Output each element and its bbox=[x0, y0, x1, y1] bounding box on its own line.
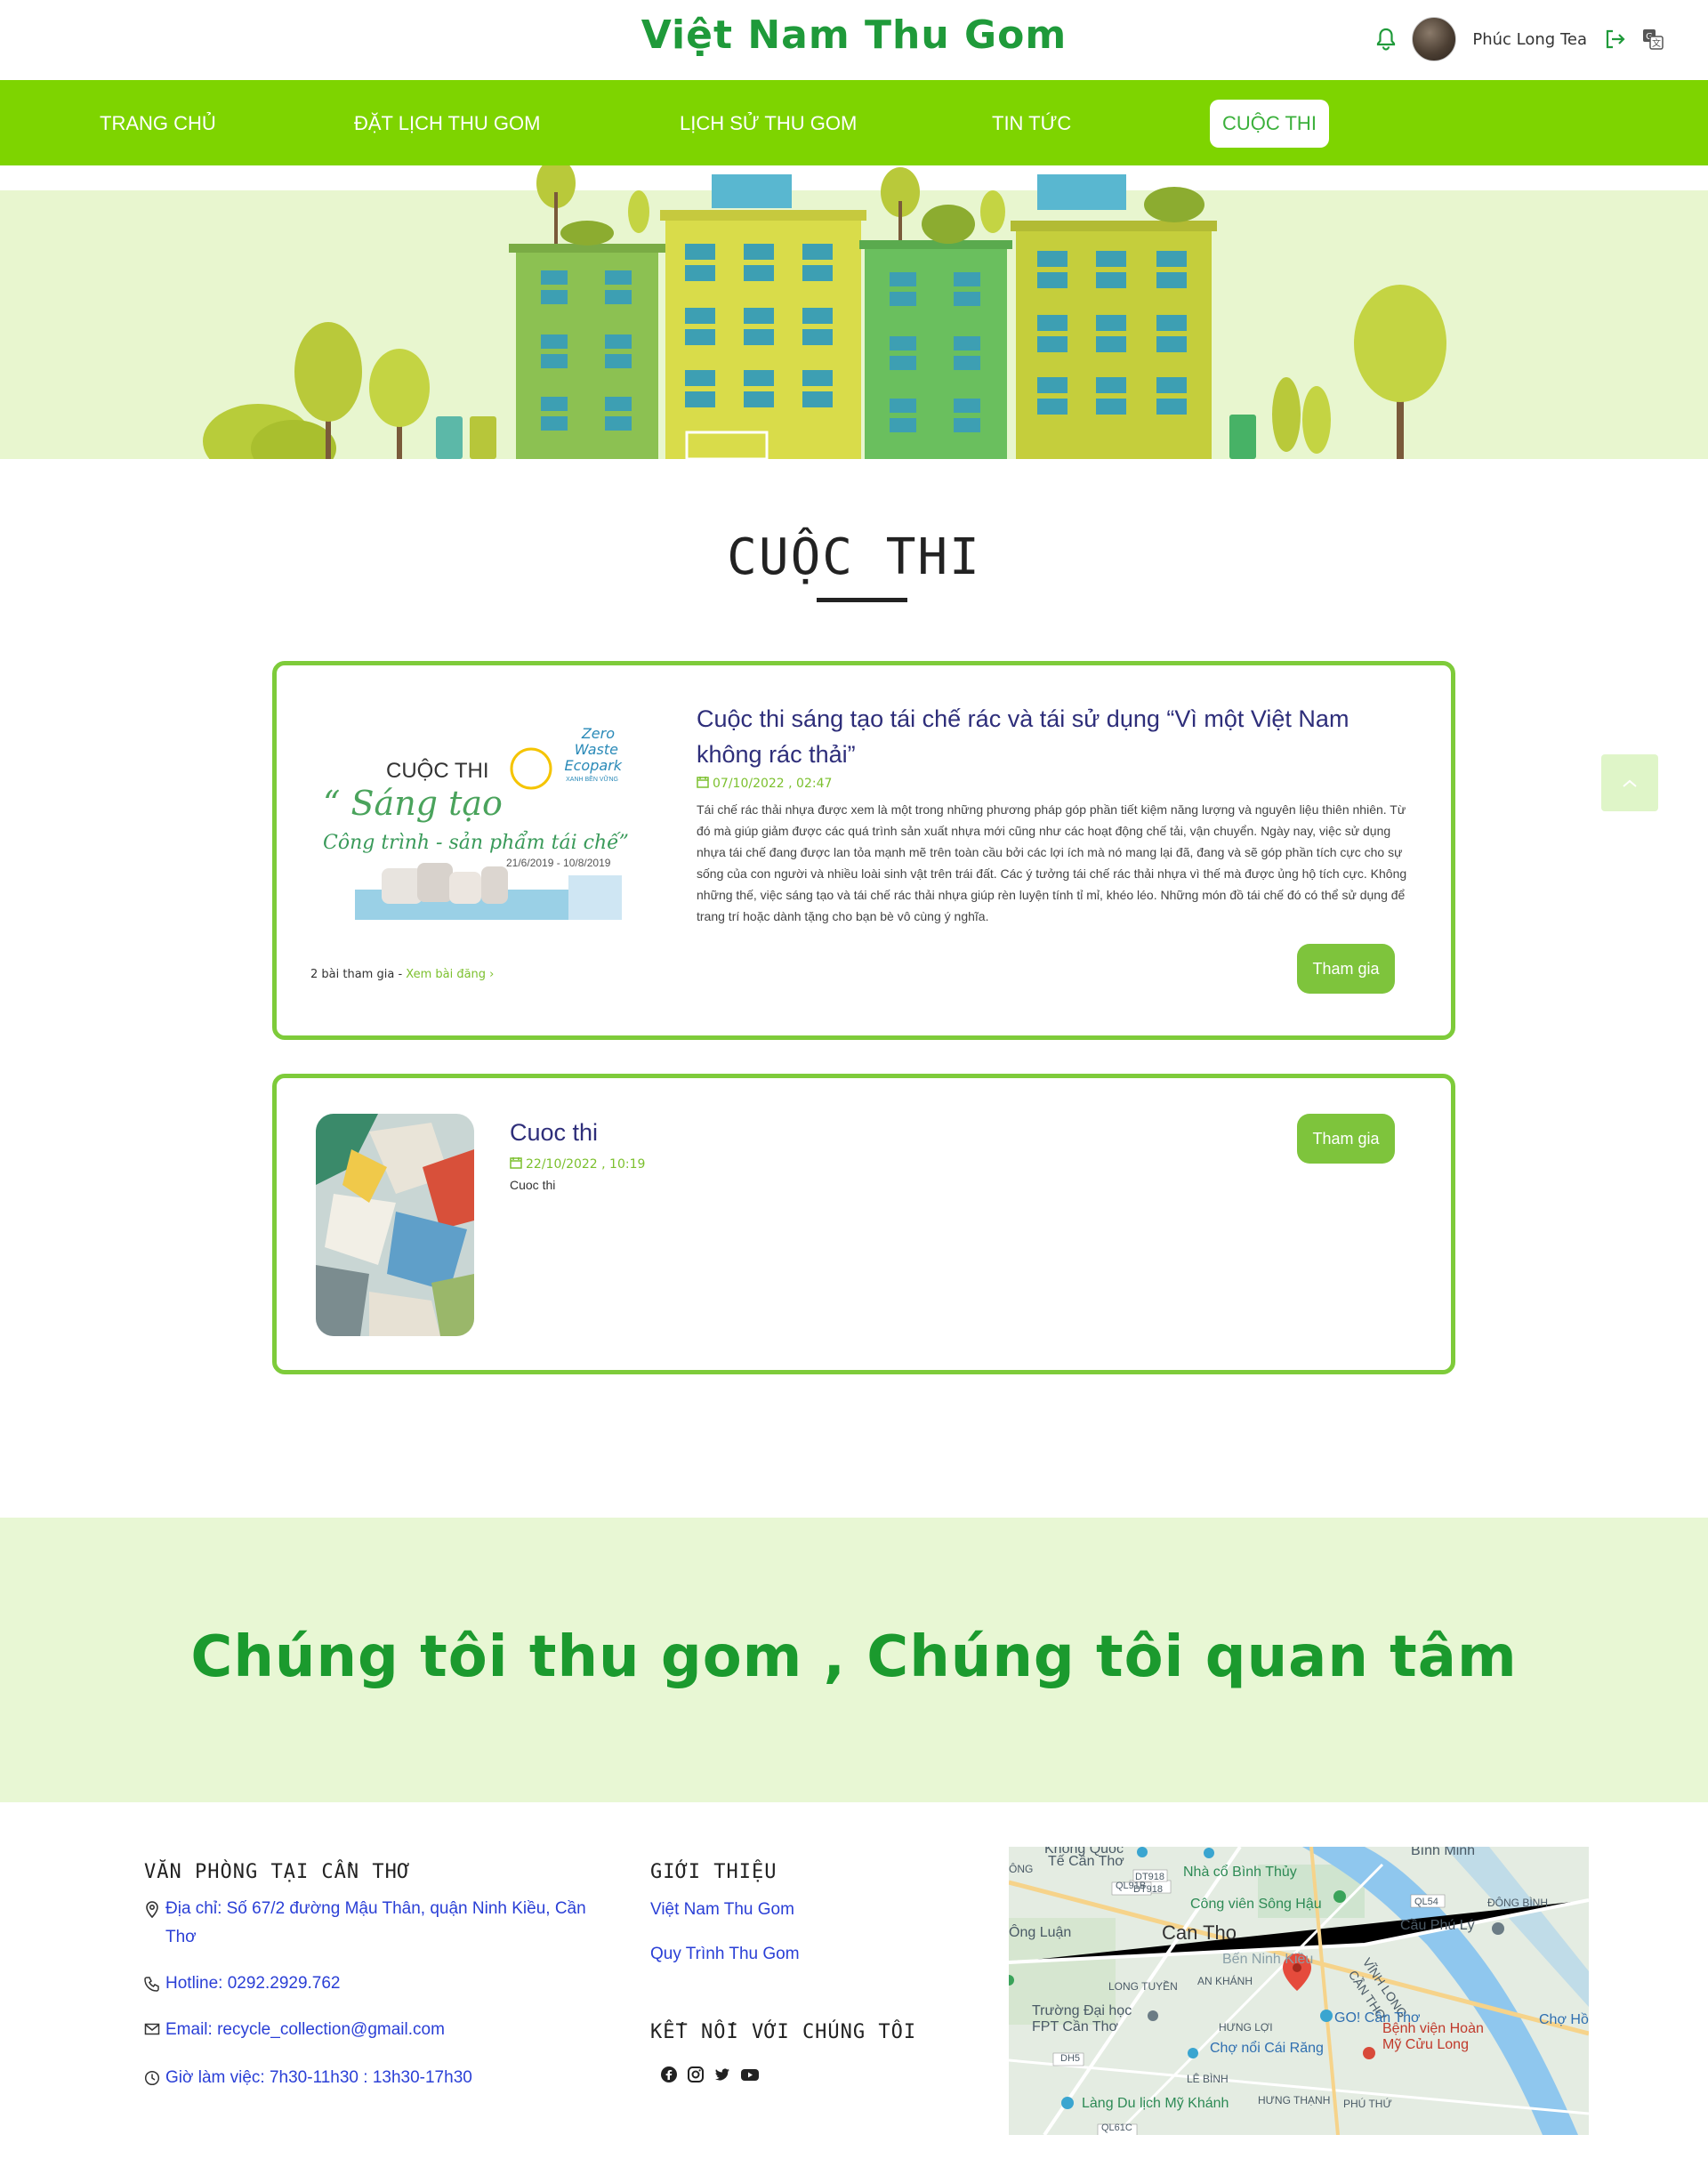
office-heading: VĂN PHÒNG TẠI CẦN THƠ bbox=[144, 1861, 411, 1883]
poster-logo-2: Waste bbox=[575, 741, 618, 758]
map-label: ĐÔNG BÌNH bbox=[1487, 1897, 1549, 1909]
map-label: Cầu Phú Lý bbox=[1400, 1918, 1475, 1933]
map-label: HƯNG THẠNH bbox=[1258, 2094, 1331, 2107]
email-line: Email: recycle_collection@gmail.com bbox=[144, 2016, 445, 2046]
contest-description: Tái chế rác thải nhựa được xem là một tr… bbox=[697, 802, 1407, 923]
nav-item-history[interactable]: LỊCH SỬ THU GOM bbox=[667, 100, 869, 148]
connect-heading: KẾT NỐI VỚI CHÚNG TÔI bbox=[650, 2021, 917, 2043]
map-label: Bình Minh bbox=[1411, 1847, 1476, 1858]
calendar-icon bbox=[510, 1156, 522, 1172]
twitter-icon[interactable] bbox=[713, 2066, 731, 2087]
map-label: Chợ Hồ bbox=[1539, 2012, 1589, 2027]
footer: VĂN PHÒNG TẠI CẦN THƠ Địa chỉ: Số 67/2 đ… bbox=[0, 1802, 1708, 2167]
map-label: Bệnh viện Hoàn Mỹ Cửu Long bbox=[1382, 2021, 1484, 2052]
hours-text: Giờ làm việc: 7h30-11h30 : 13h30-17h30 bbox=[165, 2068, 472, 2087]
calendar-icon bbox=[697, 776, 709, 792]
poster-dates: 21/6/2019 - 10/8/2019 bbox=[506, 857, 611, 869]
instagram-icon[interactable] bbox=[687, 2066, 705, 2087]
poster-logo-3: Ecopark bbox=[565, 757, 623, 774]
title-underline bbox=[817, 598, 907, 602]
top-header: Việt Nam Thu Gom Phúc Long Tea G文 bbox=[0, 0, 1708, 80]
hours-line: Giờ làm việc: 7h30-11h30 : 13h30-17h30 bbox=[144, 2064, 472, 2096]
map-label: QL61C bbox=[1101, 2123, 1132, 2133]
user-name[interactable]: Phúc Long Tea bbox=[1472, 30, 1587, 49]
city-illustration bbox=[0, 165, 1708, 459]
bell-icon[interactable] bbox=[1376, 28, 1396, 51]
join-button[interactable]: Tham gia bbox=[1297, 944, 1395, 994]
map-label: HƯNG LỢI bbox=[1219, 2021, 1273, 2034]
social-links bbox=[660, 2066, 760, 2087]
logout-icon[interactable] bbox=[1603, 28, 1626, 51]
email-text[interactable]: Email: recycle_collection@gmail.com bbox=[165, 2016, 445, 2044]
join-button[interactable]: Tham gia bbox=[1297, 1114, 1395, 1164]
user-area: Phúc Long Tea G文 bbox=[1376, 16, 1664, 62]
back-to-top-button[interactable] bbox=[1601, 754, 1658, 811]
map-label: Trường Đại học FPT Cần Thơ bbox=[1032, 2003, 1132, 2034]
intro-link-process[interactable]: Quy Trình Thu Gom bbox=[650, 1945, 800, 1964]
intro-heading: GIỚI THIỆU bbox=[650, 1861, 777, 1883]
poster-heading: CUỘC THI bbox=[386, 758, 489, 783]
contest-card: CUỘC THI “ Sáng tạo Công trình - sản phẩ… bbox=[272, 661, 1455, 1040]
contest-image[interactable] bbox=[316, 1114, 474, 1336]
nav-item-contest[interactable]: CUỘC THI bbox=[1210, 100, 1329, 148]
map-label: Chợ nổi Cái Răng bbox=[1210, 2041, 1324, 2056]
main-nav: TRANG CHỦ ĐẶT LỊCH THU GOM LỊCH SỬ THU G… bbox=[0, 80, 1708, 165]
map-label: Công viên Sông Hậu bbox=[1190, 1897, 1322, 1912]
nav-item-home[interactable]: TRANG CHỦ bbox=[87, 100, 229, 148]
contest-title[interactable]: Cuoc thi bbox=[510, 1119, 598, 1147]
clock-icon bbox=[144, 2064, 160, 2096]
map-label: DT918 bbox=[1135, 1872, 1165, 1882]
map-label: Can Tho bbox=[1162, 1921, 1237, 1944]
hero-banner bbox=[0, 165, 1708, 459]
participants-count: 2 bài tham gia bbox=[310, 968, 395, 981]
map-pin-icon bbox=[144, 1895, 160, 1929]
poster-line2: Công trình - sản phẩm tái chế” bbox=[323, 829, 629, 854]
chevron-up-icon bbox=[1622, 775, 1638, 792]
map-label: Nhà cổ Bình Thủy bbox=[1183, 1865, 1297, 1880]
address-line: Địa chỉ: Số 67/2 đường Mậu Thân, quận Ni… bbox=[144, 1895, 589, 1952]
map-label: Tế Cần Thơ bbox=[1048, 1854, 1124, 1869]
translate-icon[interactable]: G文 bbox=[1642, 28, 1664, 50]
map-label: Ông Luận bbox=[1009, 1925, 1072, 1940]
hotline-line: Hotline: 0292.2929.762 bbox=[144, 1970, 341, 2002]
hotline-text[interactable]: Hotline: 0292.2929.762 bbox=[165, 1970, 341, 1998]
mail-icon bbox=[144, 2016, 160, 2046]
map-label: QL54 bbox=[1414, 1897, 1438, 1907]
svg-text:文: 文 bbox=[1652, 37, 1661, 49]
slogan-band: Chúng tôi thu gom , Chúng tôi quan tâm bbox=[0, 1518, 1708, 1802]
contest-title[interactable]: Cuộc thi sáng tạo tái chế rác và tái sử … bbox=[697, 701, 1408, 772]
map-label: DT918 bbox=[1133, 1884, 1164, 1895]
contest-description: Cuoc thi bbox=[510, 1178, 556, 1192]
contest-date-text: 22/10/2022 , 10:19 bbox=[526, 1157, 646, 1172]
facebook-icon[interactable] bbox=[660, 2066, 678, 2087]
nav-item-schedule[interactable]: ĐẶT LỊCH THU GOM bbox=[342, 100, 552, 148]
location-map[interactable]: Khong Quoc Tế Cần Thơ ÔNG Nhà cổ Bình Th… bbox=[1009, 1847, 1589, 2135]
map-label: AN KHÁNH bbox=[1197, 1975, 1253, 1987]
view-posts-link[interactable]: Xem bài đăng › bbox=[406, 968, 494, 981]
slogan-text: Chúng tôi thu gom , Chúng tôi quan tâm bbox=[190, 1624, 1518, 1690]
page-title: CUỘC THI bbox=[727, 528, 981, 586]
map-label: LÊ BÌNH bbox=[1187, 2073, 1229, 2085]
contest-date-text: 07/10/2022 , 02:47 bbox=[713, 777, 833, 791]
map-label: Làng Du lịch Mỹ Khánh bbox=[1082, 2096, 1229, 2111]
address-text[interactable]: Địa chỉ: Số 67/2 đường Mậu Thân, quận Ni… bbox=[165, 1895, 589, 1952]
avatar[interactable] bbox=[1412, 17, 1457, 61]
phone-icon bbox=[144, 1970, 160, 2002]
contest-date: 07/10/2022 , 02:47 bbox=[697, 776, 832, 792]
youtube-icon[interactable] bbox=[740, 2066, 760, 2087]
map-label: DH5 bbox=[1060, 2053, 1081, 2064]
map-label: ÔNG bbox=[1009, 1863, 1034, 1875]
poster-logo-1: Zero bbox=[581, 725, 615, 742]
map-label: PHÚ THỨ bbox=[1343, 2098, 1392, 2110]
intro-link-company[interactable]: Việt Nam Thu Gom bbox=[650, 1900, 794, 1920]
nav-item-news[interactable]: TIN TỨC bbox=[979, 100, 1084, 148]
meta-separator: - bbox=[398, 968, 407, 981]
contest-poster-image[interactable]: CUỘC THI “ Sáng tạo Công trình - sản phẩ… bbox=[310, 715, 631, 929]
contest-date: 22/10/2022 , 10:19 bbox=[510, 1156, 645, 1172]
map-label: LONG TUYỀN bbox=[1108, 1980, 1178, 1993]
map-label: Bến Ninh Kiều bbox=[1222, 1952, 1314, 1967]
poster-line1: “ Sáng tạo bbox=[323, 784, 503, 823]
contest-card: Cuoc thi 22/10/2022 , 10:19 Cuoc thi Tha… bbox=[272, 1074, 1455, 1374]
contest-meta: 2 bài tham gia - Xem bài đăng › bbox=[310, 968, 494, 981]
